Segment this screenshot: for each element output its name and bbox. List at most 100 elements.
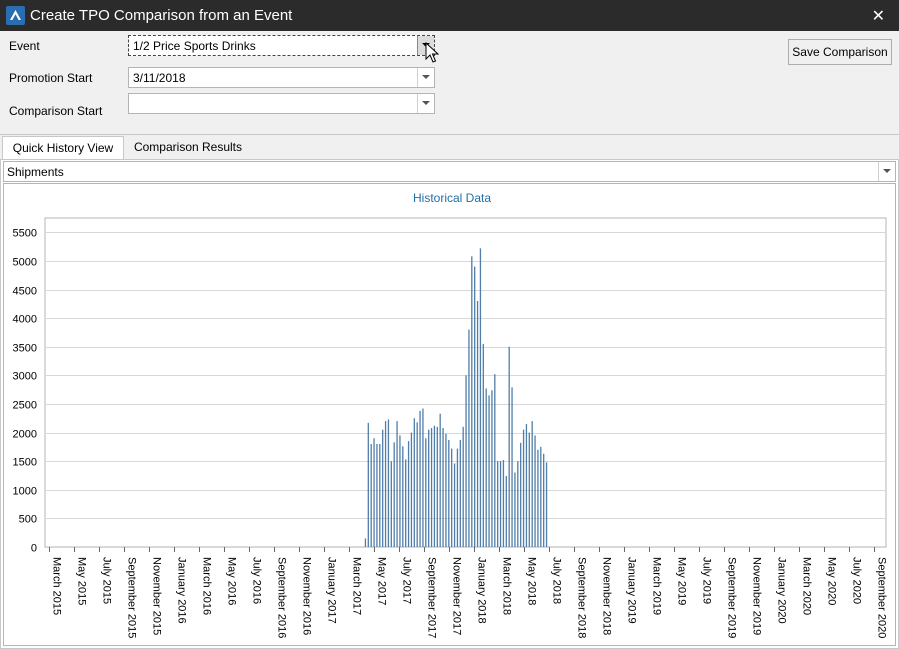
x-tick-label: September 2015 <box>126 557 138 638</box>
x-tick-label: November 2019 <box>751 557 763 635</box>
chevron-down-icon <box>883 169 891 173</box>
bar <box>482 343 484 547</box>
bar <box>505 476 507 547</box>
event-combobox[interactable]: 1/2 Price Sports Drinks <box>128 35 435 56</box>
x-tick-label: July 2020 <box>851 557 863 604</box>
tab-quick-history-view[interactable]: Quick History View <box>2 136 124 159</box>
bar <box>502 460 505 547</box>
bar <box>364 538 367 547</box>
bar <box>370 444 372 547</box>
bar <box>373 438 375 547</box>
bar <box>508 346 510 547</box>
x-tick-label: September 2016 <box>276 557 288 638</box>
x-tick-label: November 2017 <box>451 557 463 635</box>
series-dropdown-button[interactable] <box>878 162 895 181</box>
x-tick-label: March 2016 <box>201 557 213 615</box>
bar <box>494 374 496 547</box>
bar <box>382 429 384 547</box>
y-tick-label: 3000 <box>13 371 37 383</box>
promotion-start-dropdown-button[interactable] <box>417 68 434 87</box>
y-tick-label: 4500 <box>13 286 37 298</box>
x-tick-label: March 2015 <box>51 557 63 615</box>
x-tick-label: May 2018 <box>526 557 538 605</box>
bar <box>485 388 487 547</box>
app-icon <box>6 6 25 25</box>
tab-comparison-results[interactable]: Comparison Results <box>128 136 248 159</box>
bar <box>499 461 502 547</box>
bar <box>459 440 461 547</box>
bar <box>534 435 536 547</box>
bar <box>488 395 490 547</box>
bar <box>367 422 369 547</box>
x-tick-label: September 2019 <box>726 557 738 638</box>
y-tick-label: 0 <box>31 543 37 555</box>
x-tick-label: March 2019 <box>651 557 663 615</box>
y-tick-label: 5000 <box>13 257 37 269</box>
bar <box>476 300 479 547</box>
x-tick-label: November 2015 <box>151 557 163 635</box>
bar <box>425 438 427 547</box>
bar <box>545 462 548 547</box>
x-tick-label: May 2016 <box>226 557 238 605</box>
bar <box>402 446 404 547</box>
x-tick-label: March 2018 <box>501 557 513 615</box>
chevron-down-icon <box>422 101 430 105</box>
x-tick-label: July 2016 <box>251 557 263 604</box>
bar <box>462 426 464 547</box>
event-label: Event <box>9 39 40 53</box>
bar <box>479 248 482 547</box>
y-tick-label: 1500 <box>13 457 37 469</box>
bar <box>436 426 438 547</box>
bar <box>517 461 519 547</box>
close-icon[interactable]: ✕ <box>872 6 885 26</box>
bar <box>531 421 533 547</box>
x-tick-label: November 2018 <box>601 557 613 635</box>
form-area: Event 1/2 Price Sports Drinks Promotion … <box>0 31 899 135</box>
x-tick-label: July 2019 <box>701 557 713 604</box>
x-axis: March 2015 May 2015 July 2015 September 201… <box>49 547 888 638</box>
series-selector[interactable]: Shipments <box>3 161 896 182</box>
bar <box>399 435 401 547</box>
bar <box>448 440 450 547</box>
bar <box>442 427 444 547</box>
save-comparison-button[interactable]: Save Comparison <box>788 39 892 65</box>
event-value: 1/2 Price Sports Drinks <box>133 39 256 53</box>
y-tick-label: 2000 <box>13 429 37 441</box>
y-tick-label: 3500 <box>13 343 37 355</box>
x-tick-label: March 2020 <box>801 557 813 615</box>
bar <box>497 461 499 547</box>
x-tick-label: January 2018 <box>476 557 488 624</box>
comparison-start-field[interactable] <box>128 93 435 114</box>
quick-history-panel: Shipments Historical Data 0 500 1000 1500 20… <box>0 159 899 649</box>
bar <box>543 453 545 547</box>
bar <box>468 329 470 547</box>
bar <box>471 256 473 547</box>
bar <box>453 463 456 547</box>
bar <box>384 421 387 547</box>
bar <box>410 432 413 547</box>
bar <box>528 432 530 547</box>
x-tick-label: November 2016 <box>301 557 313 635</box>
chart-container: Historical Data 0 500 1000 1500 2000 2500 3000… <box>3 183 896 646</box>
historical-data-chart: Historical Data 0 500 1000 1500 2000 2500 3000… <box>13 191 888 638</box>
bar <box>419 410 421 547</box>
comparison-start-dropdown-button[interactable] <box>417 94 434 113</box>
bar <box>439 413 441 547</box>
chevron-down-icon <box>422 75 430 79</box>
y-tick-label: 4000 <box>13 314 37 326</box>
x-tick-label: May 2020 <box>826 557 838 605</box>
x-tick-label: May 2019 <box>676 557 688 605</box>
bar <box>491 390 493 547</box>
bar <box>422 408 424 547</box>
x-tick-label: May 2015 <box>76 557 88 605</box>
chart-title: Historical Data <box>413 191 491 205</box>
window-title: Create TPO Comparison from an Event <box>30 7 293 24</box>
bar <box>396 421 398 547</box>
promotion-start-field[interactable]: 3/11/2018 <box>128 67 435 88</box>
x-tick-label: July 2018 <box>551 557 563 604</box>
y-tick-label: 2500 <box>13 400 37 412</box>
y-tick-label: 500 <box>19 514 37 526</box>
x-tick-label: July 2017 <box>401 557 413 604</box>
bar <box>416 422 418 547</box>
x-tick-label: May 2017 <box>376 557 388 605</box>
